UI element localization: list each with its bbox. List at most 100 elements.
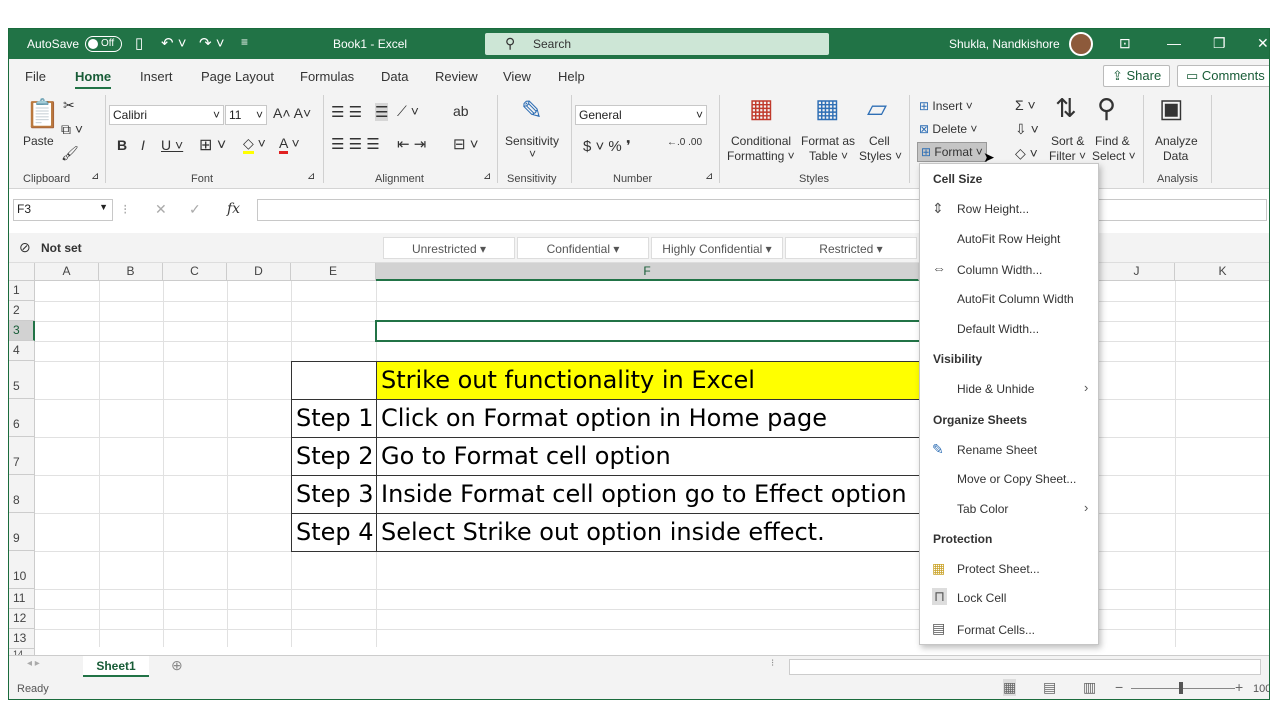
step-text-cell[interactable]: Select Strike out option inside effect.: [376, 513, 920, 552]
row-header[interactable]: 11: [9, 589, 35, 609]
copy-icon[interactable]: ⧉ ˅: [61, 121, 83, 138]
find-select-icon[interactable]: ⚲: [1097, 93, 1116, 124]
underline-icon[interactable]: U ˅: [161, 137, 183, 153]
step-label-cell[interactable]: Step 2: [291, 437, 377, 476]
analyze-data-icon[interactable]: ▣: [1159, 93, 1184, 124]
row-header[interactable]: 5: [9, 361, 35, 399]
share-button[interactable]: ⇪ Share: [1103, 65, 1171, 87]
borders-icon[interactable]: ⊞ ˅: [199, 135, 226, 155]
column-header[interactable]: F: [376, 263, 919, 281]
grow-font-icon[interactable]: A˄ A˅: [273, 105, 311, 121]
label-unrestricted[interactable]: Unrestricted ▾: [383, 237, 515, 259]
font-name-select[interactable]: Calibri ˅: [109, 105, 224, 125]
dialog-launcher-icon[interactable]: ⊿: [307, 171, 315, 182]
row-header[interactable]: 10: [9, 551, 35, 589]
orientation-icon[interactable]: ⟋ ˅: [397, 103, 419, 120]
save-icon[interactable]: ▯: [135, 34, 143, 52]
dialog-launcher-icon[interactable]: ⊿: [91, 171, 99, 182]
table-title-cell[interactable]: Strike out functionality in Excel: [376, 361, 920, 400]
page-break-icon[interactable]: ▥: [1083, 679, 1096, 696]
horizontal-scrollbar[interactable]: [789, 659, 1261, 675]
conditional-formatting-icon[interactable]: ▦: [749, 93, 774, 124]
analyze-data-button[interactable]: Analyze: [1155, 134, 1198, 148]
font-color-icon[interactable]: A ˅: [279, 135, 300, 154]
search-box[interactable]: ⚲ Search: [485, 33, 829, 55]
column-header[interactable]: J: [1099, 263, 1175, 281]
tab-insert[interactable]: Insert: [140, 69, 173, 84]
cell-styles-icon[interactable]: ▱: [867, 93, 887, 124]
sensitivity-icon[interactable]: ✎: [521, 95, 543, 126]
font-size-select[interactable]: 11 ˅: [225, 105, 267, 125]
step-label-cell[interactable]: Step 4: [291, 513, 377, 552]
row-header[interactable]: 6: [9, 399, 35, 437]
tab-view[interactable]: View: [503, 69, 531, 84]
tab-file[interactable]: File: [25, 69, 46, 84]
row-header[interactable]: 7: [9, 437, 35, 475]
comments-button[interactable]: ▭ Comments: [1177, 65, 1269, 87]
insert-function-icon[interactable]: fx: [227, 201, 240, 217]
menu-item-move-copy[interactable]: Move or Copy Sheet...: [957, 472, 1076, 486]
row-header[interactable]: 2: [9, 301, 35, 321]
normal-view-icon[interactable]: ▦: [1003, 679, 1017, 696]
menu-item-hide-unhide[interactable]: Hide & Unhide: [957, 382, 1034, 396]
row-header[interactable]: 12: [9, 609, 35, 629]
italic-icon[interactable]: I: [141, 137, 145, 153]
bold-icon[interactable]: B: [117, 137, 127, 153]
autosave-toggle[interactable]: Off: [85, 36, 122, 52]
format-cells-button[interactable]: ⊞ Format ˅: [917, 142, 987, 162]
menu-item-autofit-row[interactable]: AutoFit Row Height: [957, 232, 1060, 246]
dialog-launcher-icon[interactable]: ⊿: [483, 171, 491, 182]
avatar[interactable]: [1069, 32, 1093, 56]
step-label-cell[interactable]: Step 3: [291, 475, 377, 514]
column-header[interactable]: B: [99, 263, 163, 281]
align-bottom-icon[interactable]: ☰: [375, 103, 389, 121]
minimize-icon[interactable]: —: [1167, 35, 1181, 51]
menu-item-column-width[interactable]: Column Width...: [957, 263, 1042, 277]
row-header[interactable]: 4: [9, 341, 35, 361]
customize-qat-icon[interactable]: ≡: [241, 35, 248, 49]
conditional-formatting-button[interactable]: Conditional: [731, 134, 791, 148]
zoom-slider-handle[interactable]: [1179, 682, 1183, 694]
paste-icon[interactable]: 📋: [25, 97, 60, 130]
find-select-button[interactable]: Find &: [1095, 134, 1130, 148]
align-top-icon[interactable]: ☰ ☰: [331, 103, 362, 121]
sheet-tab-sheet1[interactable]: Sheet1: [83, 656, 149, 678]
align-left-icon[interactable]: ☰ ☰ ☰: [331, 135, 380, 153]
column-header[interactable]: C: [163, 263, 227, 281]
menu-item-rename-sheet[interactable]: Rename Sheet: [957, 443, 1037, 457]
cancel-icon[interactable]: ✕: [155, 201, 167, 218]
formula-input[interactable]: [257, 199, 1267, 221]
row-header[interactable]: 13: [9, 629, 35, 649]
format-as-table-button[interactable]: Format as: [801, 134, 855, 148]
step-text-cell[interactable]: Go to Format cell option: [376, 437, 920, 476]
autosum-icon[interactable]: Σ ˅: [1015, 97, 1036, 113]
decimal-icon[interactable]: ←.0 .00: [667, 137, 702, 148]
fill-icon[interactable]: ⇩ ˅: [1015, 121, 1039, 138]
format-as-table-icon[interactable]: ▦: [815, 93, 840, 124]
tab-help[interactable]: Help: [558, 69, 585, 84]
sort-filter-button[interactable]: Sort &: [1051, 134, 1084, 148]
tab-home[interactable]: Home: [75, 69, 112, 90]
sort-filter-icon[interactable]: ⇅: [1055, 93, 1077, 124]
paste-button[interactable]: Paste: [23, 134, 54, 148]
restore-icon[interactable]: ❐: [1213, 35, 1226, 52]
sensitivity-button[interactable]: Sensitivity: [505, 134, 559, 148]
tab-review[interactable]: Review: [435, 69, 478, 84]
column-header[interactable]: A: [35, 263, 99, 281]
menu-item-lock-cell[interactable]: Lock Cell: [957, 591, 1006, 605]
wrap-text-icon[interactable]: ab: [453, 103, 469, 119]
ribbon-display-icon[interactable]: ⊡: [1119, 35, 1131, 52]
column-header[interactable]: K: [1175, 263, 1269, 281]
add-sheet-icon[interactable]: ⊕: [171, 657, 183, 674]
column-header[interactable]: D: [227, 263, 291, 281]
table-cell-e5[interactable]: [291, 361, 377, 400]
label-highly-confidential[interactable]: Highly Confidential ▾: [651, 237, 783, 259]
step-label-cell[interactable]: Step 1: [291, 399, 377, 438]
cell-styles-button[interactable]: Cell: [869, 134, 890, 148]
dialog-launcher-icon[interactable]: ⊿: [705, 171, 713, 182]
row-header[interactable]: 3: [9, 321, 35, 341]
column-header[interactable]: E: [291, 263, 376, 281]
redo-icon[interactable]: ↷ ˅: [199, 34, 225, 52]
undo-icon[interactable]: ↶ ˅: [161, 34, 187, 52]
delete-cells-button[interactable]: ⊠ Delete ˅: [919, 122, 977, 136]
